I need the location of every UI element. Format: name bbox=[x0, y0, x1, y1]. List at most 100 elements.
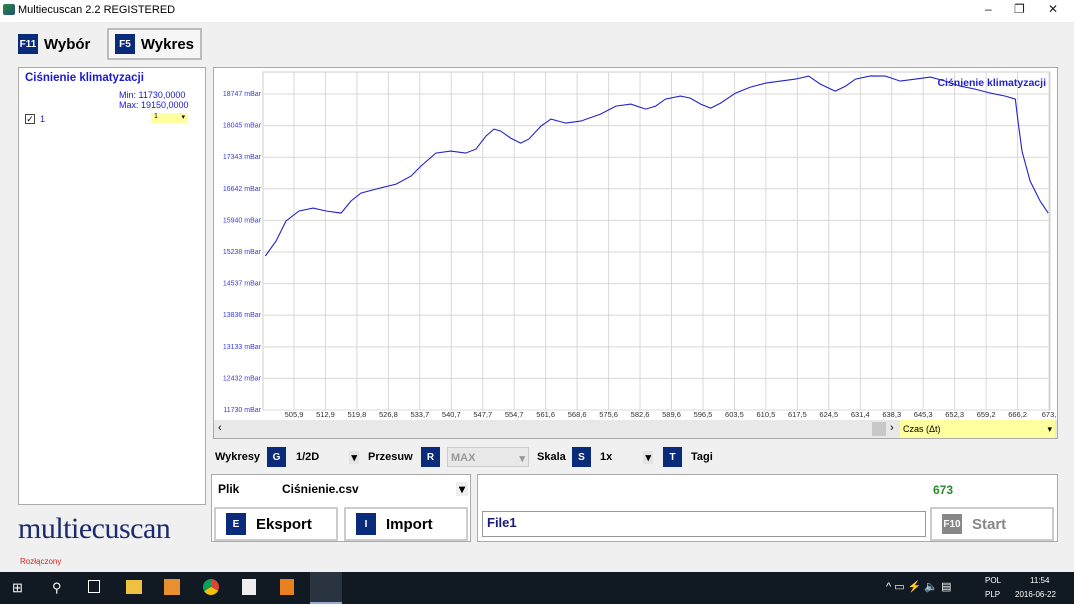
x-tick-label: 645,3 bbox=[914, 410, 933, 419]
file-label: Plik bbox=[218, 482, 240, 496]
chevron-down-icon: ▾ bbox=[643, 451, 653, 464]
start-button[interactable]: F10 Start bbox=[930, 507, 1054, 541]
chart-title: Ciśnienie klimatyzacji bbox=[937, 77, 1046, 89]
y-tick-label: 17343 mBar bbox=[223, 154, 262, 161]
y-tick-label: 16642 mBar bbox=[223, 186, 262, 193]
x-tick-label: 617,5 bbox=[788, 410, 807, 419]
wykresy-label: Wykresy bbox=[215, 451, 261, 463]
scroll-thumb[interactable] bbox=[872, 422, 886, 436]
tagi-key-badge[interactable]: T bbox=[663, 447, 682, 467]
file-explorer-icon[interactable] bbox=[126, 580, 142, 594]
y-tick-label: 14537 mBar bbox=[223, 281, 262, 288]
store-icon[interactable] bbox=[242, 579, 256, 595]
title-bar: Multiecuscan 2.2 REGISTERED – ❐ ✕ bbox=[0, 0, 1074, 22]
y-tick-label: 13133 mBar bbox=[223, 344, 262, 351]
x-tick-label: 568,6 bbox=[568, 410, 587, 419]
x-tick-label: 659,2 bbox=[977, 410, 996, 419]
tab-wybor[interactable]: F11 Wybór bbox=[12, 28, 102, 60]
record-panel: 673 File1 F10 Start bbox=[477, 474, 1058, 542]
horizontal-scrollbar[interactable]: ‹ › Czas (Δt) ▾ bbox=[214, 420, 1057, 438]
file-select[interactable]: Ciśnienie.csv ▾ bbox=[282, 477, 468, 499]
minimize-button[interactable]: – bbox=[985, 2, 992, 16]
skala-label: Skala bbox=[537, 451, 566, 463]
controls-bar: Wykresy G 1/2D ▾ Przesuw R MAX ▾ Skala S 1… bbox=[215, 446, 735, 468]
chart-panel: 18747 mBar 18045 mBar 17343 mBar 16642 mBar… bbox=[213, 67, 1058, 439]
key-badge: F5 bbox=[115, 34, 135, 54]
tray-icons[interactable]: ^ ▭ ⚡ 🔈 ▤ bbox=[886, 580, 952, 593]
y-tick-label: 15940 mBar bbox=[223, 217, 262, 224]
app-icon bbox=[3, 4, 15, 15]
select-value: MAX bbox=[451, 452, 476, 464]
x-tick-label: 561,6 bbox=[536, 410, 555, 419]
key-badge: R bbox=[421, 447, 440, 467]
key-badge: S bbox=[572, 447, 591, 467]
chevron-down-icon: ▾ bbox=[455, 482, 468, 496]
przesuw-select[interactable]: MAX ▾ bbox=[447, 447, 529, 467]
language-indicator[interactable]: POL bbox=[985, 576, 1001, 585]
x-tick-label: 547,7 bbox=[473, 410, 492, 419]
maximize-button[interactable]: ❐ bbox=[1014, 2, 1025, 16]
outlook-icon[interactable] bbox=[164, 579, 180, 595]
search-icon[interactable]: ⚲ bbox=[52, 580, 62, 596]
key-badge: F11 bbox=[18, 34, 38, 54]
x-tick-label: 589,6 bbox=[662, 410, 681, 419]
tab-label: Wykres bbox=[140, 35, 194, 53]
key-badge: I bbox=[356, 513, 376, 535]
channel-min: Min: 11730,0000 bbox=[119, 90, 186, 100]
scroll-right-icon[interactable]: › bbox=[890, 422, 894, 434]
x-tick-label: 540,7 bbox=[442, 410, 461, 419]
media-player-icon[interactable] bbox=[280, 579, 294, 595]
close-button[interactable]: ✕ bbox=[1048, 2, 1058, 16]
y-tick-label: 15238 mBar bbox=[223, 249, 262, 256]
channel-checkbox[interactable]: ✓ bbox=[25, 114, 35, 124]
tab-wykres[interactable]: F5 Wykres bbox=[107, 28, 202, 60]
import-button[interactable]: I Import bbox=[344, 507, 468, 541]
y-tick-label: 18747 mBar bbox=[223, 91, 262, 98]
window-title: Multiecuscan 2.2 REGISTERED bbox=[18, 4, 176, 16]
record-name-input[interactable]: File1 bbox=[482, 511, 926, 537]
select-value: Ciśnienie.csv bbox=[282, 482, 359, 496]
select-value: Czas (Δt) bbox=[903, 424, 941, 434]
taskbar: ⊞ ⚲ ^ ▭ ⚡ 🔈 ▤ POL PLP 11:54 2016-06-22 bbox=[0, 572, 1074, 604]
chevron-down-icon: ▾ bbox=[519, 453, 525, 465]
chevron-down-icon: ▾ bbox=[181, 114, 185, 121]
tagi-button[interactable]: Tagi bbox=[691, 451, 713, 463]
x-tick-label: 554,7 bbox=[505, 410, 524, 419]
channel-max: Max: 19150,0000 bbox=[119, 100, 189, 110]
x-tick-label: 666,2 bbox=[1008, 410, 1027, 419]
chart: 18747 mBar 18045 mBar 17343 mBar 16642 mBar… bbox=[223, 71, 1057, 419]
x-tick-label: 610,5 bbox=[757, 410, 776, 419]
x-tick-label: 638,3 bbox=[882, 410, 901, 419]
x-tick-label: 533,7 bbox=[410, 410, 429, 419]
button-label: Eksport bbox=[256, 515, 312, 533]
y-tick-label: 12432 mBar bbox=[223, 375, 262, 382]
plot-area bbox=[262, 71, 1051, 411]
chevron-down-icon: ▾ bbox=[349, 451, 359, 464]
x-tick-label: 631,4 bbox=[851, 410, 870, 419]
file-panel: Plik Ciśnienie.csv ▾ E Eksport I Import bbox=[211, 474, 471, 542]
channel-title: Ciśnienie klimatyzacji bbox=[25, 72, 144, 84]
channel-color-select[interactable]: 1 ▾ bbox=[151, 113, 187, 123]
status-text: Rozłączony bbox=[20, 557, 62, 566]
x-axis-select[interactable]: Czas (Δt) ▾ bbox=[900, 420, 1055, 438]
keyboard-indicator[interactable]: PLP bbox=[985, 590, 1000, 599]
task-view-icon[interactable] bbox=[88, 580, 100, 593]
x-tick-label: 519,8 bbox=[348, 410, 367, 419]
skala-select[interactable]: 1x ▾ bbox=[597, 447, 655, 467]
scroll-left-icon[interactable]: ‹ bbox=[218, 422, 222, 434]
wykresy-select[interactable]: 1/2D ▾ bbox=[293, 447, 361, 467]
przesuw-label: Przesuw bbox=[368, 451, 413, 463]
windows-start-icon[interactable]: ⊞ bbox=[12, 580, 23, 596]
clock-time[interactable]: 11:54 bbox=[1030, 576, 1049, 585]
logo: multiecuscan bbox=[18, 512, 171, 545]
export-button[interactable]: E Eksport bbox=[214, 507, 338, 541]
chrome-icon[interactable] bbox=[203, 579, 219, 595]
x-tick-label: 673, bbox=[1042, 410, 1057, 419]
x-tick-label: 582,6 bbox=[631, 410, 650, 419]
key-badge: F10 bbox=[942, 514, 962, 534]
x-tick-label: 575,6 bbox=[599, 410, 618, 419]
multiecuscan-taskbar-item[interactable] bbox=[310, 572, 342, 604]
clock-date[interactable]: 2016-06-22 bbox=[1015, 590, 1056, 599]
select-value: 1 bbox=[154, 113, 158, 120]
channel-panel: Ciśnienie klimatyzacji Min: 11730,0000 M… bbox=[18, 67, 206, 505]
